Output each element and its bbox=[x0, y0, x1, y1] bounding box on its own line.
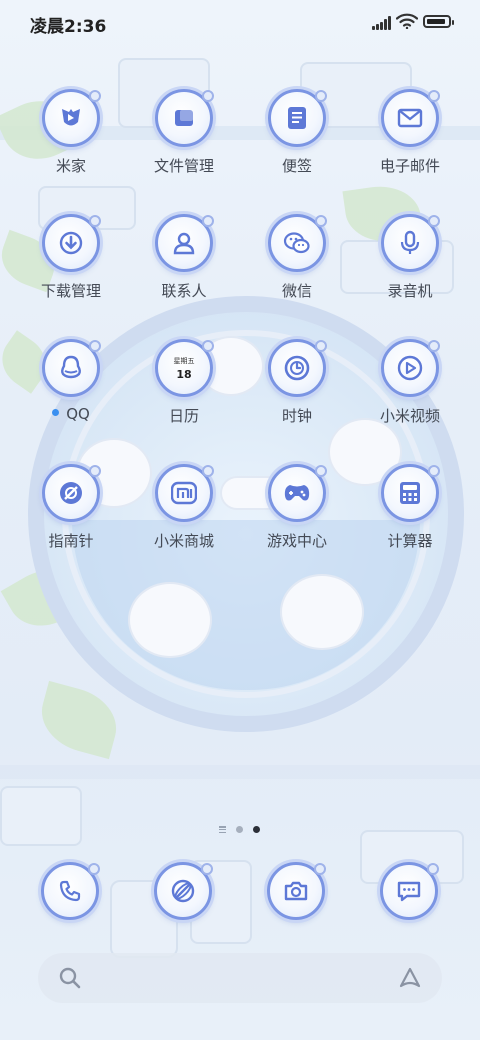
gamepad-icon bbox=[268, 464, 327, 522]
app-contacts[interactable]: 联系人 bbox=[129, 214, 239, 301]
app-label: 微信 bbox=[242, 280, 352, 301]
calendar-icon: 星期五 18 bbox=[155, 339, 214, 397]
app-label-text: 指南针 bbox=[48, 532, 94, 550]
app-label: 电子邮件 bbox=[355, 155, 465, 176]
compass-icon bbox=[42, 464, 101, 522]
message-icon bbox=[380, 862, 439, 920]
app-label: 计算器 bbox=[355, 530, 465, 551]
mail-icon bbox=[381, 89, 440, 147]
app-label-text: 录音机 bbox=[387, 282, 433, 300]
calendar-weekday: 星期五 bbox=[173, 357, 195, 365]
app-label: QQ bbox=[16, 405, 126, 423]
app-label-text: 微信 bbox=[281, 282, 312, 300]
app-calendar[interactable]: 星期五 18 日历 bbox=[129, 339, 239, 426]
app-game-center[interactable]: 游戏中心 bbox=[242, 464, 352, 551]
app-notes[interactable]: 便签 bbox=[242, 89, 352, 176]
dock-camera[interactable] bbox=[241, 862, 351, 920]
app-mijia[interactable]: 米家 bbox=[16, 89, 126, 176]
app-label-text: 日历 bbox=[168, 407, 199, 425]
home-screen: 凌晨2:36 米家 文件管理 便签 电子邮件下载管理 联系人 微信 录音机 QQ 星期五 18 日历… bbox=[0, 0, 480, 1040]
page-dot-2[interactable] bbox=[253, 826, 260, 833]
app-label-text: 下载管理 bbox=[40, 282, 101, 300]
page-dot-1[interactable] bbox=[236, 826, 243, 833]
wallpaper-bunny bbox=[282, 576, 362, 648]
search-bar[interactable] bbox=[38, 953, 442, 1003]
calculator-icon bbox=[381, 464, 440, 522]
clock-icon bbox=[268, 339, 327, 397]
app-wechat[interactable]: 微信 bbox=[242, 214, 352, 301]
play-icon bbox=[381, 339, 440, 397]
assistant-icon[interactable] bbox=[398, 966, 422, 990]
wallpaper-box bbox=[0, 786, 82, 846]
camera-icon bbox=[267, 862, 326, 920]
wallpaper-leaf bbox=[33, 680, 125, 760]
app-compass[interactable]: 指南针 bbox=[16, 464, 126, 551]
search-icon bbox=[59, 967, 81, 989]
app-label-text: 时钟 bbox=[281, 407, 312, 425]
new-badge-dot bbox=[52, 409, 60, 416]
app-file-manager[interactable]: 文件管理 bbox=[129, 89, 239, 176]
mi-logo-icon bbox=[155, 464, 214, 522]
status-time: 凌晨2:36 bbox=[30, 17, 107, 37]
app-label-text: 米家 bbox=[55, 157, 86, 175]
status-bar: 凌晨2:36 bbox=[0, 0, 480, 44]
app-label: 时钟 bbox=[242, 405, 352, 426]
app-label: 联系人 bbox=[129, 280, 239, 301]
app-mi-store[interactable]: 小米商城 bbox=[129, 464, 239, 551]
app-label-text: 电子邮件 bbox=[379, 157, 440, 175]
app-calculator[interactable]: 计算器 bbox=[355, 464, 465, 551]
microphone-icon bbox=[381, 214, 440, 272]
battery-level bbox=[427, 19, 445, 24]
app-label: 指南针 bbox=[16, 530, 126, 551]
wifi-icon bbox=[396, 13, 418, 29]
app-clock[interactable]: 时钟 bbox=[242, 339, 352, 426]
mijia-icon bbox=[42, 89, 101, 147]
app-label-text: 游戏中心 bbox=[266, 532, 327, 550]
wechat-icon bbox=[268, 214, 327, 272]
battery-icon bbox=[423, 15, 454, 28]
app-label: 日历 bbox=[129, 405, 239, 426]
app-label-text: 计算器 bbox=[387, 532, 433, 550]
folder-icon bbox=[155, 89, 214, 147]
app-label-text: 小米商城 bbox=[153, 532, 214, 550]
wallpaper-bunny bbox=[130, 584, 210, 656]
app-downloads[interactable]: 下载管理 bbox=[16, 214, 126, 301]
app-label: 下载管理 bbox=[16, 280, 126, 301]
qq-penguin-icon bbox=[42, 339, 101, 397]
notes-icon bbox=[268, 89, 327, 147]
calendar-day: 18 bbox=[176, 368, 192, 381]
app-label: 小米视频 bbox=[355, 405, 465, 426]
app-label-text: 便签 bbox=[281, 157, 312, 175]
phone-icon bbox=[41, 862, 100, 920]
app-recorder[interactable]: 录音机 bbox=[355, 214, 465, 301]
app-label-text: 小米视频 bbox=[379, 407, 440, 425]
dock-phone[interactable] bbox=[15, 862, 125, 920]
app-label-text: QQ bbox=[66, 405, 90, 423]
download-icon bbox=[42, 214, 101, 272]
wallpaper-shelf bbox=[0, 765, 480, 779]
page-list-icon bbox=[219, 826, 227, 834]
contact-icon bbox=[155, 214, 214, 272]
browser-icon bbox=[154, 862, 213, 920]
dock-browser[interactable] bbox=[128, 862, 238, 920]
app-label-text: 联系人 bbox=[161, 282, 207, 300]
app-label: 录音机 bbox=[355, 280, 465, 301]
app-mi-video[interactable]: 小米视频 bbox=[355, 339, 465, 426]
app-label: 米家 bbox=[16, 155, 126, 176]
app-label: 小米商城 bbox=[129, 530, 239, 551]
dock-messages[interactable] bbox=[354, 862, 464, 920]
app-label-text: 文件管理 bbox=[153, 157, 214, 175]
cellular-signal-icon bbox=[372, 16, 392, 30]
app-label: 便签 bbox=[242, 155, 352, 176]
app-email[interactable]: 电子邮件 bbox=[355, 89, 465, 176]
app-label: 游戏中心 bbox=[242, 530, 352, 551]
app-qq[interactable]: QQ bbox=[16, 339, 126, 423]
app-label: 文件管理 bbox=[129, 155, 239, 176]
page-indicator[interactable] bbox=[219, 825, 263, 835]
